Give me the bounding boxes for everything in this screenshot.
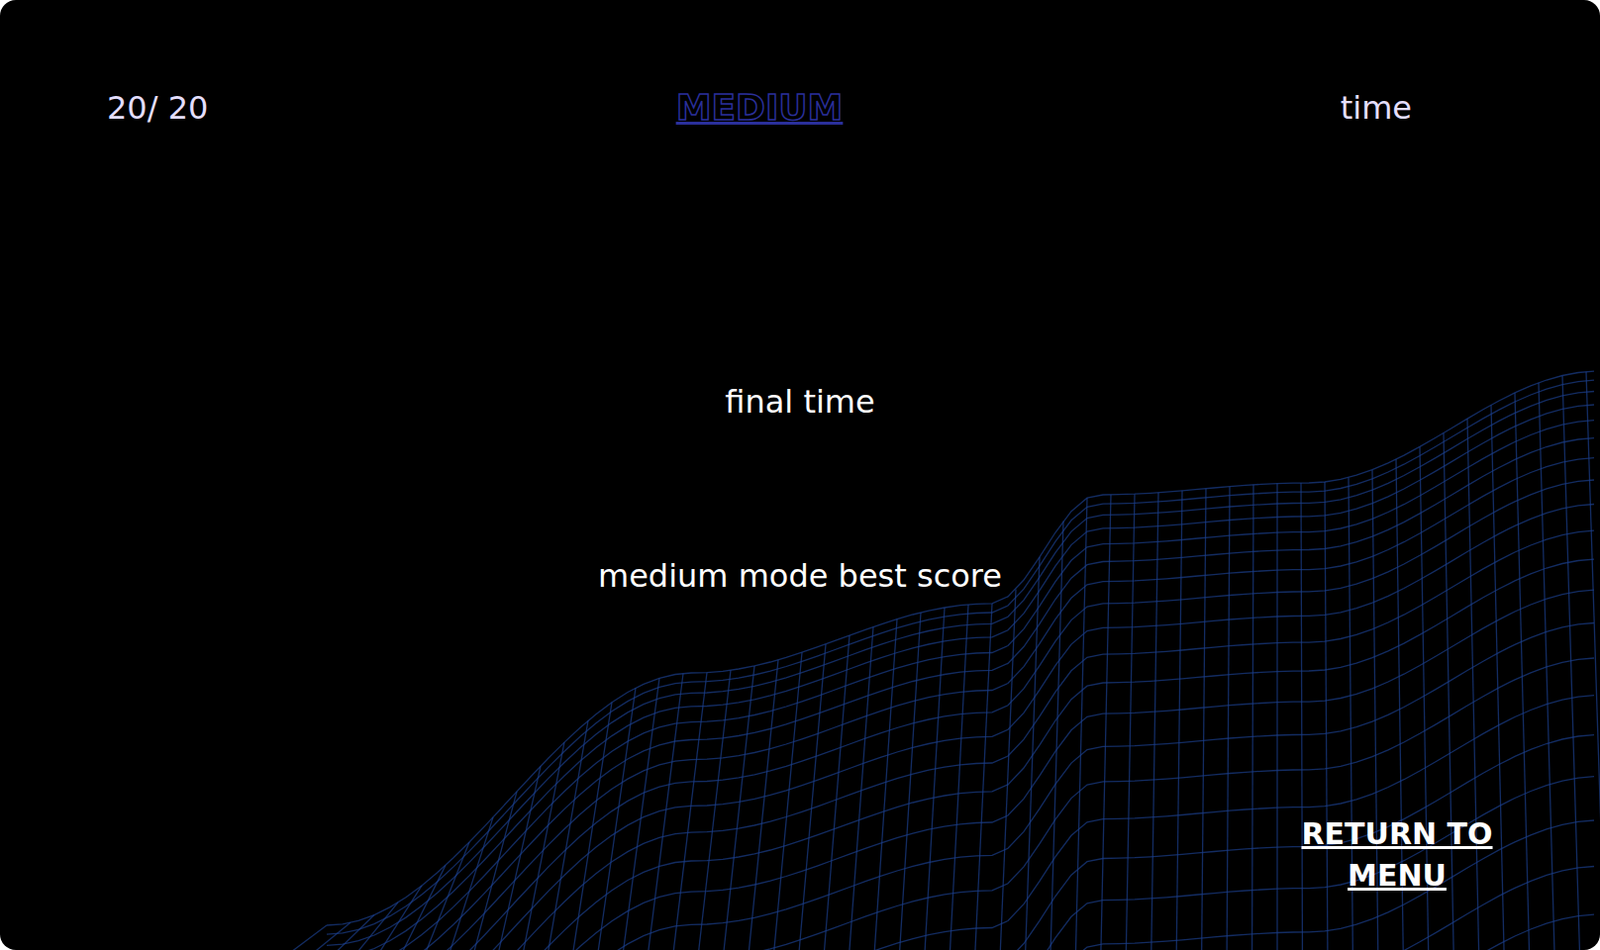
return-to-menu-button[interactable]: RETURN TO MENU [1273, 813, 1521, 898]
time-label: time [1340, 89, 1412, 127]
result-screen: 20/ 20 MEDIUM time final time medium mode be… [0, 0, 1600, 950]
final-time-label: final time [724, 383, 875, 421]
progress-counter: 20/ 20 [106, 89, 208, 127]
results-panel: final time medium mode best score [0, 127, 1600, 596]
top-bar: 20/ 20 MEDIUM time [0, 0, 1600, 128]
mode-title: MEDIUM [676, 87, 844, 128]
footer: RETURN TO MENU [0, 813, 1600, 950]
wireframe-wave-icon [0, 0, 1600, 950]
best-score-label: medium mode best score [598, 557, 1002, 596]
